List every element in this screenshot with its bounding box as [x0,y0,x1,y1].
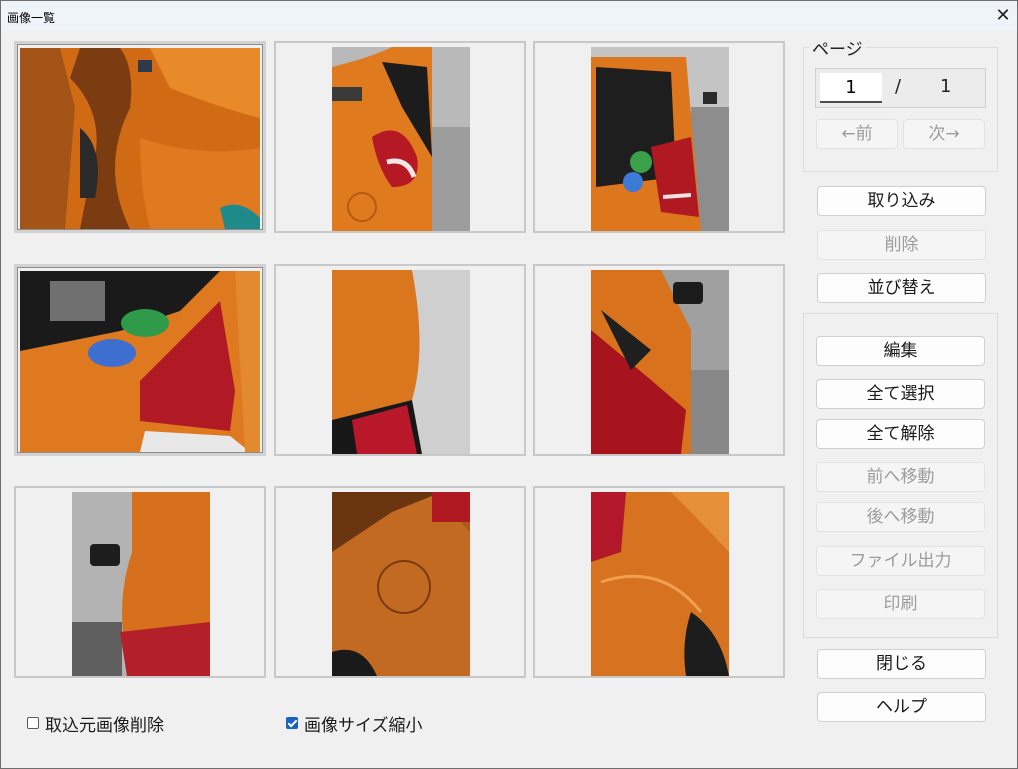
shrink-image-label: 画像サイズ縮小 [304,715,423,736]
window-title: 画像一覧 [7,11,56,25]
total-pages: 1 [940,76,952,97]
deselect-all-button[interactable]: 全て解除 [816,419,985,449]
thumbnail-2[interactable] [274,41,526,233]
move-prev-button[interactable]: 前へ移動 [816,462,985,492]
thumbnail-image [332,270,470,454]
image-list-window: 画像一覧 ✕ ページ 1 / 1 ←前 次→ 取り込み 削除 並び替え 編集 全… [0,0,1018,769]
page-separator: / [895,76,902,97]
close-icon[interactable]: ✕ [989,1,1017,31]
thumbnail-5[interactable] [274,264,526,456]
move-next-button[interactable]: 後へ移動 [816,502,985,532]
thumbnail-image [332,492,470,676]
import-button[interactable]: 取り込み [817,186,986,216]
thumbnail-image [591,270,729,454]
close-button[interactable]: 閉じる [817,649,986,679]
thumbnail-1[interactable] [14,41,266,233]
shrink-image-option[interactable]: 画像サイズ縮小 [286,711,423,736]
thumbnail-6[interactable] [533,264,785,456]
thumbnail-image [20,271,260,452]
page-group-label: ページ [809,35,866,60]
thumbnail-7[interactable] [14,486,266,678]
thumbnail-image [591,47,729,231]
thumbnail-image [591,492,729,676]
thumbnail-4[interactable] [14,264,266,456]
page-group [803,47,998,172]
thumbnail-image [72,492,210,676]
thumbnail-image [20,48,260,229]
next-page-button[interactable]: 次→ [903,119,985,149]
edit-button[interactable]: 編集 [816,336,985,366]
thumbnail-image [332,47,470,231]
print-button[interactable]: 印刷 [816,589,985,619]
delete-source-label: 取込元画像削除 [45,715,164,736]
delete-source-option[interactable]: 取込元画像削除 [27,711,164,736]
delete-button[interactable]: 削除 [817,230,986,260]
sort-button[interactable]: 並び替え [817,273,986,303]
current-page-input[interactable] [820,73,882,103]
file-output-button[interactable]: ファイル出力 [816,546,985,576]
help-button[interactable]: ヘルプ [817,692,986,722]
delete-source-checkbox[interactable] [27,717,39,729]
thumbnail-8[interactable] [274,486,526,678]
shrink-image-checkbox[interactable] [286,717,298,729]
prev-page-button[interactable]: ←前 [816,119,898,149]
select-all-button[interactable]: 全て選択 [816,379,985,409]
thumbnail-9[interactable] [533,486,785,678]
thumbnail-3[interactable] [533,41,785,233]
title-bar: 画像一覧 ✕ [1,1,1017,31]
